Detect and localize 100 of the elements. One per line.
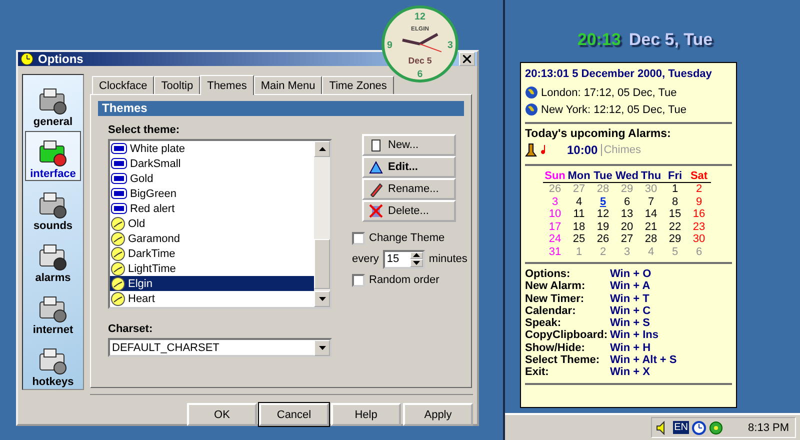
tab[interactable]: Clockface [92, 76, 154, 94]
theme-button[interactable]: Delete... [362, 200, 456, 222]
tab[interactable]: Tooltip [154, 76, 200, 94]
list-item[interactable]: Heart [110, 291, 314, 306]
calendar-day[interactable]: 4 [567, 196, 591, 208]
calendar-day[interactable]: 30 [687, 233, 711, 246]
pen-icon [368, 181, 384, 197]
time-zone: New York: 12:12, 05 Dec, Tue [541, 104, 687, 116]
calendar-day[interactable]: 28 [639, 233, 663, 246]
digital-clock-icon [111, 188, 127, 199]
music-note-icon [540, 145, 548, 155]
sidebar-item[interactable]: hotkeys [25, 339, 81, 389]
interval-field[interactable]: 15 [382, 250, 425, 268]
clock-icon [111, 292, 125, 306]
list-item[interactable]: Garamond [110, 231, 314, 246]
calendar-day[interactable]: 19 [591, 220, 615, 233]
list-item[interactable]: Gold [110, 171, 314, 186]
banner-time: 20:13 [577, 30, 621, 49]
sidebar-item[interactable]: general [25, 79, 81, 129]
calendar-day[interactable]: 14 [639, 208, 663, 220]
sidebar-item[interactable]: alarms [25, 235, 81, 285]
hotkey-action: Select Theme: [525, 354, 601, 366]
calendar-day[interactable]: 13 [615, 208, 639, 220]
calendar-day[interactable]: 7 [639, 196, 663, 208]
globe-icon [525, 103, 538, 116]
alarms-title: Today's upcoming Alarms: [525, 128, 672, 140]
theme-button[interactable]: Edit... [362, 156, 456, 178]
scrollbar[interactable] [314, 141, 330, 307]
clock-icon [111, 262, 125, 276]
calendar-day[interactable]: 5 [591, 196, 615, 208]
calendar-day[interactable]: 15 [663, 208, 687, 220]
list-item[interactable]: Elgin [110, 276, 314, 291]
calendar-day[interactable]: 6 [615, 196, 639, 208]
hotkey-action: CopyClipboard: [525, 329, 608, 342]
window-title: Options [38, 52, 84, 66]
clock-icon [20, 52, 34, 66]
calendar-day[interactable]: 12 [591, 208, 615, 220]
hotkey-keys: Win + H [610, 342, 732, 354]
sidebar-item[interactable]: sounds [25, 183, 81, 233]
tab[interactable]: Main Menu [254, 76, 322, 94]
hotkey-keys: Win + O [610, 268, 732, 280]
calendar-day[interactable]: 23 [687, 220, 711, 233]
dialog-button[interactable]: Apply [403, 403, 473, 426]
scroll-up-icon [318, 147, 326, 151]
weekday-header: Fri [663, 170, 687, 183]
list-item[interactable]: White plate [110, 141, 314, 156]
change-theme-checkbox[interactable]: Change Theme [352, 228, 468, 248]
list-item[interactable]: Red alert [110, 201, 314, 216]
calendar-day[interactable]: 9 [687, 196, 711, 208]
list-item[interactable]: DarkSmall [110, 156, 314, 171]
dialog-button[interactable]: Cancel [259, 403, 329, 426]
calendar-day[interactable]: 26 [591, 233, 615, 246]
charset-dropdown[interactable]: DEFAULT_CHARSET [108, 338, 332, 357]
clock-icon [111, 232, 125, 246]
list-item[interactable]: LightTime [110, 261, 314, 276]
hotkey-keys: Win + X [610, 366, 732, 379]
sidebar-item[interactable]: internet [25, 287, 81, 337]
tab[interactable]: Time Zones [322, 76, 394, 94]
calendar-day[interactable]: 21 [639, 220, 663, 233]
sidebar-item[interactable]: interface [25, 131, 81, 181]
list-item[interactable]: DarkTime [110, 246, 314, 261]
digital-clock-icon [111, 143, 127, 154]
tab[interactable]: Themes [200, 75, 254, 95]
list-item[interactable]: Old [110, 216, 314, 231]
calendar-day[interactable]: 20 [615, 220, 639, 233]
list-item[interactable]: BigGreen [110, 186, 314, 201]
calendar-day[interactable]: 29 [663, 233, 687, 246]
dialog-button[interactable]: Help [331, 403, 401, 426]
flower-icon[interactable] [709, 420, 724, 434]
current-datetime: 20:13:01 5 December 2000, Tuesday [525, 68, 713, 82]
calendar-day[interactable]: 25 [567, 233, 591, 246]
close-button[interactable] [459, 52, 475, 66]
clock-icon [111, 276, 125, 290]
clock-icon [111, 246, 125, 260]
clock-icon [111, 216, 125, 230]
language-indicator[interactable]: EN [673, 421, 690, 434]
calendar-day[interactable]: 8 [663, 196, 687, 208]
alarm-name: Chimes [600, 144, 641, 156]
hotkey-keys: Win + Alt + S [610, 354, 732, 366]
random-order-checkbox[interactable]: Random order [352, 270, 468, 290]
field-label: every [352, 253, 379, 265]
clock-icon[interactable] [692, 420, 706, 434]
calendar-day[interactable]: 2 [687, 183, 711, 196]
hotkey-action: Options: [525, 268, 572, 280]
calendar-day[interactable]: 11 [567, 208, 591, 220]
calendar-day[interactable]: 22 [663, 220, 687, 233]
hotkey-keys: Win + A [610, 280, 732, 293]
dropdown-arrow-icon [318, 346, 326, 350]
dialog-button[interactable]: OK [187, 403, 257, 426]
theme-list[interactable]: White plate DarkSmall Gold BigGreen Red alert Old Garamond DarkTime LightTime Elgin Heart [108, 139, 332, 309]
theme-button[interactable]: New... [362, 134, 456, 156]
calendar-day[interactable]: 1 [663, 183, 687, 196]
calendar-day[interactable]: 16 [687, 208, 711, 220]
digital-clock-icon [111, 203, 127, 214]
close-icon [463, 55, 471, 63]
theme-button[interactable]: Rename... [362, 178, 456, 200]
calendar-day[interactable]: 18 [567, 220, 591, 233]
calendar-day[interactable]: 27 [615, 233, 639, 246]
weekday-header: Sun [543, 170, 567, 183]
weekday-header: Wed [615, 170, 639, 183]
